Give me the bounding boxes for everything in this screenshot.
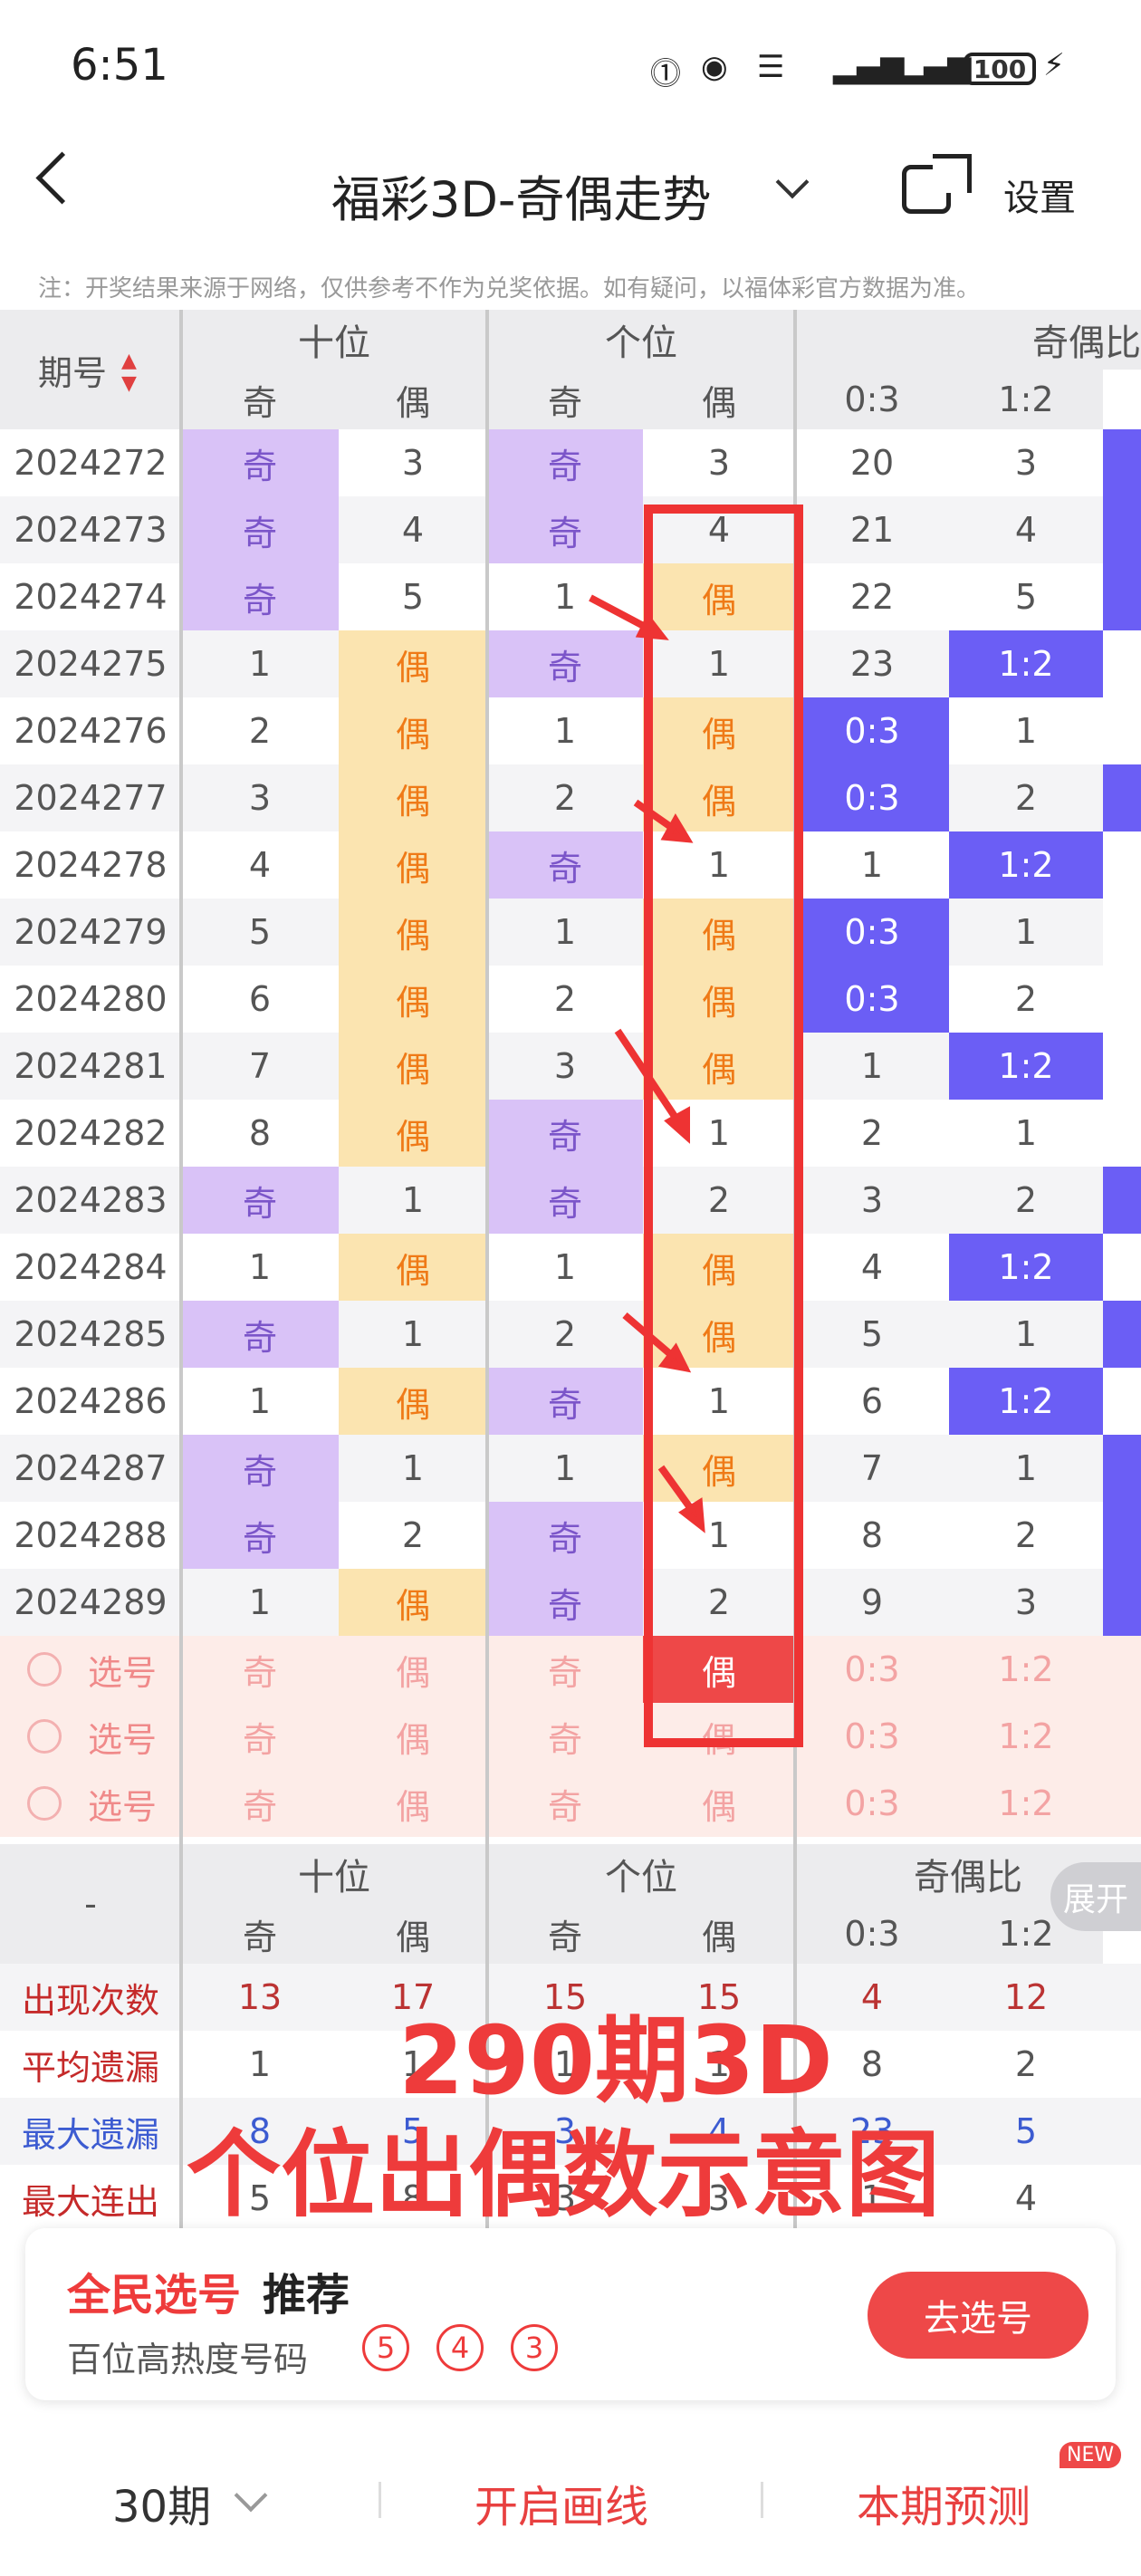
- recommend-subtitle: 百位高热度号码: [67, 2340, 309, 2379]
- divider: [761, 2482, 763, 2518]
- hot-number-ball: 4: [436, 2324, 484, 2371]
- hot-number-ball: 3: [511, 2324, 558, 2371]
- divider: [379, 2482, 381, 2518]
- predict-button[interactable]: 本期预测: [857, 2471, 1031, 2534]
- overlay-caption-line2: 个位出偶数示意图: [187, 2119, 941, 2230]
- recommend-title: 推荐: [263, 2270, 350, 2321]
- recommend-title-highlight: 全民选号: [67, 2270, 242, 2321]
- go-select-button[interactable]: 去选号: [868, 2272, 1088, 2359]
- new-badge: NEW: [1060, 2442, 1122, 2468]
- hot-number-ball: 5: [362, 2324, 409, 2371]
- period-selector[interactable]: 30期: [112, 2471, 211, 2534]
- draw-line-button[interactable]: 开启画线: [475, 2471, 648, 2534]
- annotation-overlay: [589, 505, 803, 1747]
